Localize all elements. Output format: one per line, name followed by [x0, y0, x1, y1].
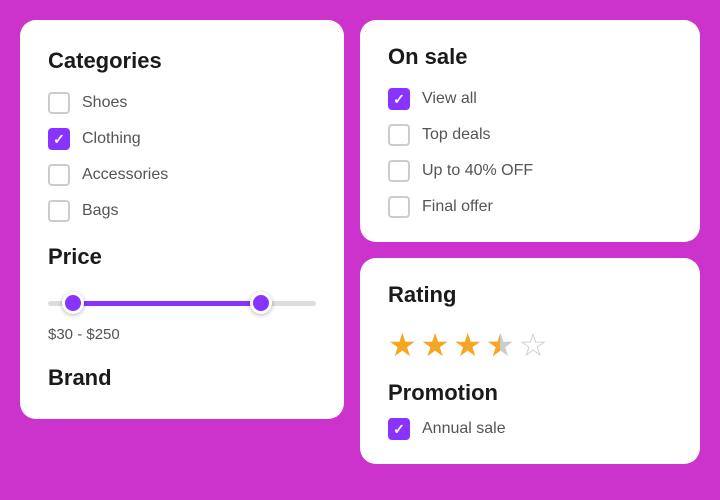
label-annual-sale: Annual sale	[422, 420, 506, 438]
categories-card: Categories Shoes Clothing Accessories	[20, 20, 344, 419]
categories-list: Shoes Clothing Accessories Bags	[48, 92, 316, 222]
on-sale-list: View all Top deals Up to 40% OFF Final o…	[388, 88, 672, 218]
label-top-deals: Top deals	[422, 126, 491, 144]
star-3: ★	[453, 326, 482, 364]
checkbox-bags[interactable]	[48, 200, 70, 222]
promotion-title: Promotion	[388, 380, 672, 406]
category-shoes[interactable]: Shoes	[48, 92, 316, 114]
category-bags[interactable]: Bags	[48, 200, 316, 222]
slider-thumb-max[interactable]	[250, 292, 272, 314]
onsale-view-all[interactable]: View all	[388, 88, 672, 110]
label-40-off: Up to 40% OFF	[422, 162, 533, 180]
checkbox-shoes[interactable]	[48, 92, 70, 114]
brand-title: Brand	[48, 365, 316, 391]
categories-title: Categories	[48, 48, 316, 74]
label-final-offer: Final offer	[422, 198, 493, 216]
star-4-fill: ★	[486, 326, 500, 364]
on-sale-title: On sale	[388, 44, 672, 70]
star-2: ★	[421, 326, 450, 364]
price-range-label: $30 - $250	[48, 326, 316, 343]
star-1: ★	[388, 326, 417, 364]
category-clothing[interactable]: Clothing	[48, 128, 316, 150]
on-sale-card: On sale View all Top deals Up to 40% OFF	[360, 20, 700, 242]
star-rating[interactable]: ★ ★ ★ ★ ★ ☆	[388, 326, 672, 364]
category-label-shoes: Shoes	[82, 94, 127, 112]
category-label-clothing: Clothing	[82, 130, 141, 148]
checkbox-top-deals[interactable]	[388, 124, 410, 146]
promotion-list: Annual sale	[388, 418, 672, 440]
slider-fill	[72, 301, 264, 306]
promo-annual-sale[interactable]: Annual sale	[388, 418, 672, 440]
star-5: ☆	[519, 326, 548, 364]
checkbox-40-off[interactable]	[388, 160, 410, 182]
category-label-bags: Bags	[82, 202, 118, 220]
label-view-all: View all	[422, 90, 477, 108]
checkbox-view-all[interactable]	[388, 88, 410, 110]
slider-thumb-min[interactable]	[62, 292, 84, 314]
checkbox-final-offer[interactable]	[388, 196, 410, 218]
star-4: ★ ★	[486, 326, 515, 364]
rating-promotion-card: Rating ★ ★ ★ ★ ★ ☆ Promotion Annual sale	[360, 258, 700, 464]
checkbox-clothing[interactable]	[48, 128, 70, 150]
rating-title: Rating	[388, 282, 672, 308]
checkbox-accessories[interactable]	[48, 164, 70, 186]
onsale-top-deals[interactable]: Top deals	[388, 124, 672, 146]
price-slider[interactable]	[48, 288, 316, 318]
category-label-accessories: Accessories	[82, 166, 168, 184]
category-accessories[interactable]: Accessories	[48, 164, 316, 186]
price-title: Price	[48, 244, 316, 270]
onsale-final-offer[interactable]: Final offer	[388, 196, 672, 218]
checkbox-annual-sale[interactable]	[388, 418, 410, 440]
onsale-40-off[interactable]: Up to 40% OFF	[388, 160, 672, 182]
